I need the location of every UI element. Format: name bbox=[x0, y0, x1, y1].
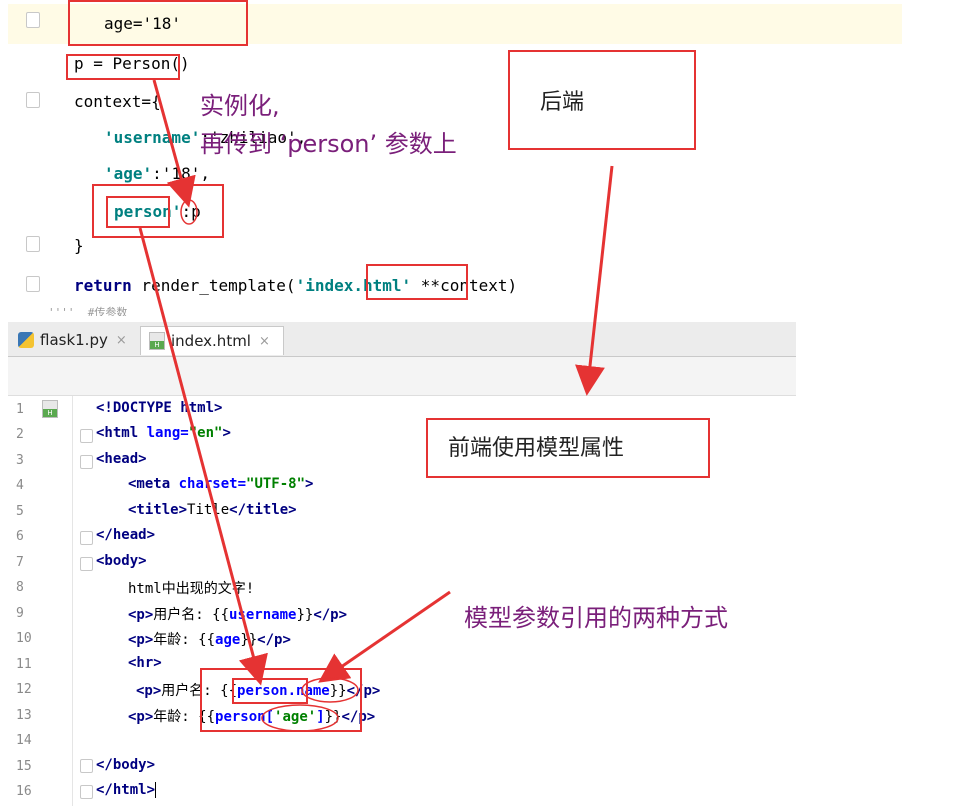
arrow-person-to-template bbox=[138, 227, 268, 686]
arrow-instance-to-p bbox=[152, 79, 196, 208]
annotation-arrows bbox=[138, 79, 614, 732]
circle-p bbox=[180, 199, 198, 225]
circle-name bbox=[301, 677, 359, 703]
arrow-backend-to-frontend bbox=[575, 165, 614, 396]
circle-age bbox=[261, 704, 339, 732]
arrow-two-ways bbox=[318, 590, 451, 683]
